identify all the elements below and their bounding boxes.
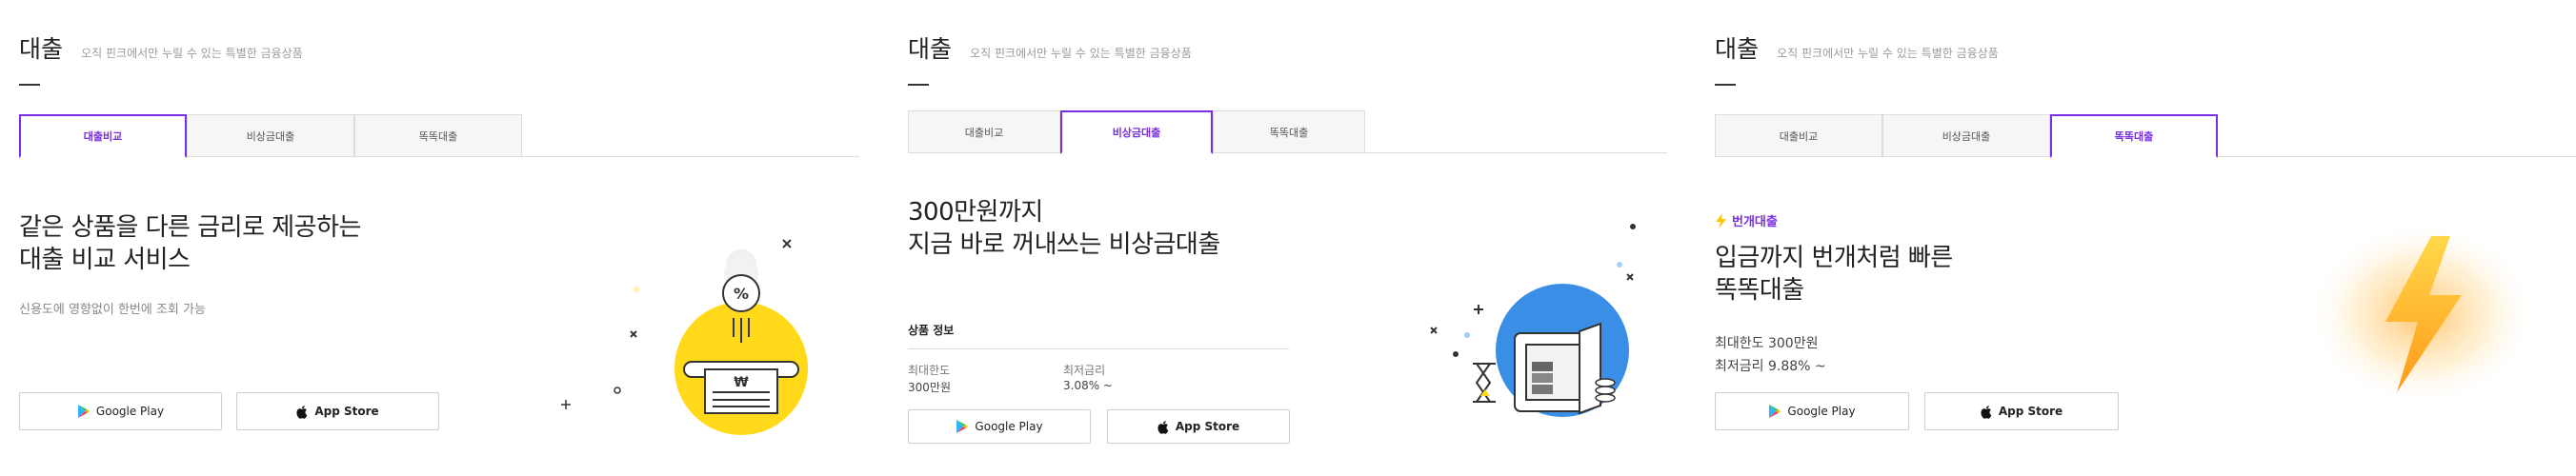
lightning-icon [1715, 212, 1728, 228]
badge-label: 번개대출 [1732, 215, 1778, 229]
section-header: 대출 오직 핀크에서만 누릴 수 있는 특별한 금융상품 [908, 30, 1192, 65]
rate-label: 최저금리 [1063, 364, 1106, 377]
headline: 입금까지 번개처럼 빠른 똑똑대출 [1715, 242, 1953, 307]
product-info-divider [908, 348, 1289, 349]
headline: 300만원까지 지금 바로 꺼내쓰는 비상금대출 [908, 196, 1220, 261]
google-play-icon [1768, 404, 1781, 419]
tab-smart-loan[interactable]: 똑똑대출 [1213, 110, 1365, 152]
section-subtitle: 오직 핀크에서만 누릴 수 있는 특별한 금융상품 [970, 47, 1192, 60]
tab-emergency-loan[interactable]: 비상금대출 [187, 114, 354, 156]
product-info-title: 상품 정보 [908, 324, 955, 337]
tab-bar: 대출비교 비상금대출 똑똑대출 [908, 110, 1667, 154]
apple-icon [1981, 405, 1993, 419]
panel-emergency-loan: 대출 오직 핀크에서만 누릴 수 있는 특별한 금융상품 대출비교 비상금대출 … [896, 0, 1696, 476]
title-divider [19, 84, 40, 86]
section-title: 대출 [1715, 35, 1760, 63]
headline-line-1: 300만원까지 [908, 198, 1043, 227]
svg-text:₩: ₩ [734, 375, 749, 390]
lightning-bolt-illustration [2309, 223, 2534, 406]
rate-value: 3.08% ~ [1063, 379, 1113, 392]
headline-line-1: 같은 상품을 다른 금리로 제공하는 [19, 213, 361, 242]
google-play-icon [956, 419, 969, 434]
app-store-label: App Store [1998, 405, 2063, 418]
limit-value: 300만원 [908, 381, 951, 394]
apple-icon [296, 405, 309, 419]
headline-line-2: 지금 바로 꺼내쓰는 비상금대출 [908, 230, 1220, 259]
svg-text:%: % [734, 285, 749, 303]
title-divider [908, 84, 929, 86]
loan-compare-illustration: % ₩ [561, 239, 808, 435]
app-store-button[interactable]: App Store [1924, 392, 2119, 430]
description: 신용도에 영향없이 한번에 조회 가능 [19, 303, 206, 317]
tab-smart-loan[interactable]: 똑똑대출 [354, 114, 522, 156]
app-store-button[interactable]: App Store [1107, 409, 1290, 444]
tab-emergency-loan[interactable]: 비상금대출 [1060, 110, 1213, 154]
section-subtitle: 오직 핀크에서만 누릴 수 있는 특별한 금융상품 [1777, 47, 1999, 60]
google-play-label: Google Play [975, 420, 1043, 433]
rate-text: 최저금리 9.88% ~ [1715, 359, 1826, 374]
panel-smart-loan: 대출 오직 핀크에서만 누릴 수 있는 특별한 금융상품 대출비교 비상금대출 … [1696, 0, 2576, 476]
limit-text: 최대한도 300만원 [1715, 336, 1819, 351]
headline-line-2: 대출 비교 서비스 [19, 246, 191, 274]
tab-bar: 대출비교 비상금대출 똑똑대출 [1715, 114, 2576, 158]
google-play-label: Google Play [1787, 405, 1856, 418]
tab-bar: 대출비교 비상금대출 똑똑대출 [19, 114, 859, 158]
google-play-icon [77, 404, 91, 419]
headline-line-1: 입금까지 번개처럼 빠른 [1715, 244, 1953, 272]
tab-loan-compare[interactable]: 대출비교 [19, 114, 187, 158]
title-divider [1715, 84, 1736, 86]
section-title: 대출 [19, 35, 64, 63]
apple-icon [1157, 420, 1170, 434]
google-play-button[interactable]: Google Play [19, 392, 222, 430]
tab-smart-loan[interactable]: 똑똑대출 [2050, 114, 2218, 158]
app-store-button[interactable]: App Store [236, 392, 439, 430]
google-play-button[interactable]: Google Play [908, 409, 1091, 444]
tab-loan-compare[interactable]: 대출비교 [1715, 114, 1882, 156]
tab-emergency-loan[interactable]: 비상금대출 [1882, 114, 2050, 156]
emergency-loan-illustration [1430, 224, 1636, 417]
section-header: 대출 오직 핀크에서만 누릴 수 있는 특별한 금융상품 [19, 30, 303, 65]
app-store-label: App Store [314, 405, 379, 418]
section-title: 대출 [908, 35, 953, 63]
google-play-label: Google Play [95, 405, 165, 418]
google-play-button[interactable]: Google Play [1715, 392, 1909, 430]
limit-label: 최대한도 [908, 364, 951, 377]
section-header: 대출 오직 핀크에서만 누릴 수 있는 특별한 금융상품 [1715, 30, 1999, 65]
app-store-label: App Store [1175, 420, 1240, 433]
headline: 같은 상품을 다른 금리로 제공하는 대출 비교 서비스 [19, 211, 361, 276]
lightning-loan-badge: 번개대출 [1715, 211, 1778, 229]
headline-line-2: 똑똑대출 [1715, 276, 1804, 305]
section-subtitle: 오직 핀크에서만 누릴 수 있는 특별한 금융상품 [81, 47, 303, 60]
tab-loan-compare[interactable]: 대출비교 [908, 110, 1060, 152]
panel-loan-compare: 대출 오직 핀크에서만 누릴 수 있는 특별한 금융상품 대출비교 비상금대출 … [0, 0, 876, 476]
